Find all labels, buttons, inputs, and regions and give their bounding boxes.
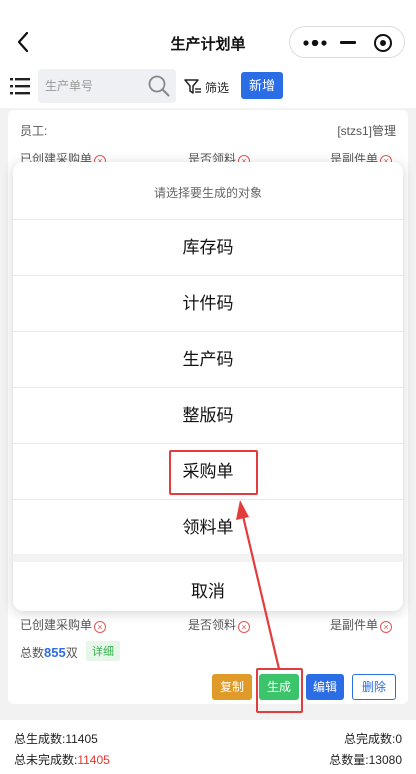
quantity-total: 总数量:13080	[329, 751, 402, 768]
list-menu-icon[interactable]	[10, 77, 30, 95]
purchase-created-field: 已创建采购单 ×	[20, 616, 107, 633]
edit-button[interactable]: 编辑	[306, 674, 344, 700]
search-icon[interactable]	[148, 75, 170, 97]
completed-value: 0	[395, 732, 402, 746]
uncompleted-value: 11405	[77, 753, 110, 767]
copy-button[interactable]: 复制	[212, 674, 252, 700]
generated-value: 11405	[65, 732, 98, 746]
total-prefix: 总数	[20, 646, 45, 660]
completed-total: 总完成数:0	[344, 730, 402, 747]
option-inventory-code[interactable]: 库存码	[13, 219, 403, 275]
option-full-board-code[interactable]: 整版码	[13, 387, 403, 443]
minimize-icon[interactable]	[340, 41, 356, 44]
x-circle-icon: ×	[94, 621, 107, 633]
filter-icon	[184, 79, 201, 94]
purchase-created-label: 已创建采购单	[20, 618, 93, 632]
option-material-requisition[interactable]: 领料单	[13, 499, 403, 555]
total-count: 总数855双	[20, 644, 78, 661]
completed-label: 总完成数:	[343, 732, 396, 746]
option-production-code[interactable]: 生产码	[13, 331, 403, 387]
total-unit: 双	[65, 646, 78, 660]
uncompleted-total: 总未完成数:11405	[14, 751, 110, 768]
summary-bar: 总生成数:11405 总完成数:0 总未完成数:11405 总数量:13080	[0, 720, 416, 774]
uncompleted-label: 总未完成数:	[14, 753, 78, 767]
target-circle-icon[interactable]	[374, 34, 392, 52]
total-value: 855	[44, 645, 66, 660]
employee-label: 员工:	[20, 124, 48, 138]
search-input[interactable]	[45, 69, 145, 103]
divider	[13, 554, 403, 562]
highlight-box-purchase-order	[169, 450, 258, 495]
material-picked-field: 是否领料 ×	[188, 616, 251, 633]
quantity-label: 总数量:	[329, 753, 369, 767]
highlight-box-generate	[256, 668, 303, 713]
sub-item-label: 是副件单	[330, 618, 379, 632]
generate-action-sheet: 请选择要生成的对象 库存码 计件码 生产码 整版码 采购单 领料单 取消	[13, 162, 403, 611]
sub-item-field: 是副件单 ×	[330, 616, 393, 633]
detail-button[interactable]: 详细	[86, 641, 120, 661]
generated-label: 总生成数:	[14, 732, 66, 746]
toolbar: 筛选 新增	[0, 64, 416, 108]
filter-button[interactable]: 筛选	[184, 77, 229, 97]
employee-value: [stzs1]管理	[337, 124, 396, 138]
search-box	[38, 69, 176, 103]
quantity-value: 13080	[368, 753, 402, 767]
option-piece-code[interactable]: 计件码	[13, 275, 403, 331]
delete-button[interactable]: 删除	[352, 674, 396, 700]
x-circle-icon: ×	[380, 621, 393, 633]
generated-total: 总生成数:11405	[14, 730, 98, 747]
filter-label: 筛选	[205, 80, 230, 95]
navbar: 生产计划单	[0, 0, 416, 64]
action-sheet-title: 请选择要生成的对象	[153, 186, 262, 200]
new-button[interactable]: 新增	[241, 72, 283, 99]
x-circle-icon: ×	[238, 621, 251, 633]
cancel-button[interactable]: 取消	[13, 562, 403, 611]
material-picked-label: 是否领料	[188, 618, 237, 632]
mini-program-capsule	[289, 26, 405, 58]
more-dots-icon[interactable]	[302, 40, 332, 46]
